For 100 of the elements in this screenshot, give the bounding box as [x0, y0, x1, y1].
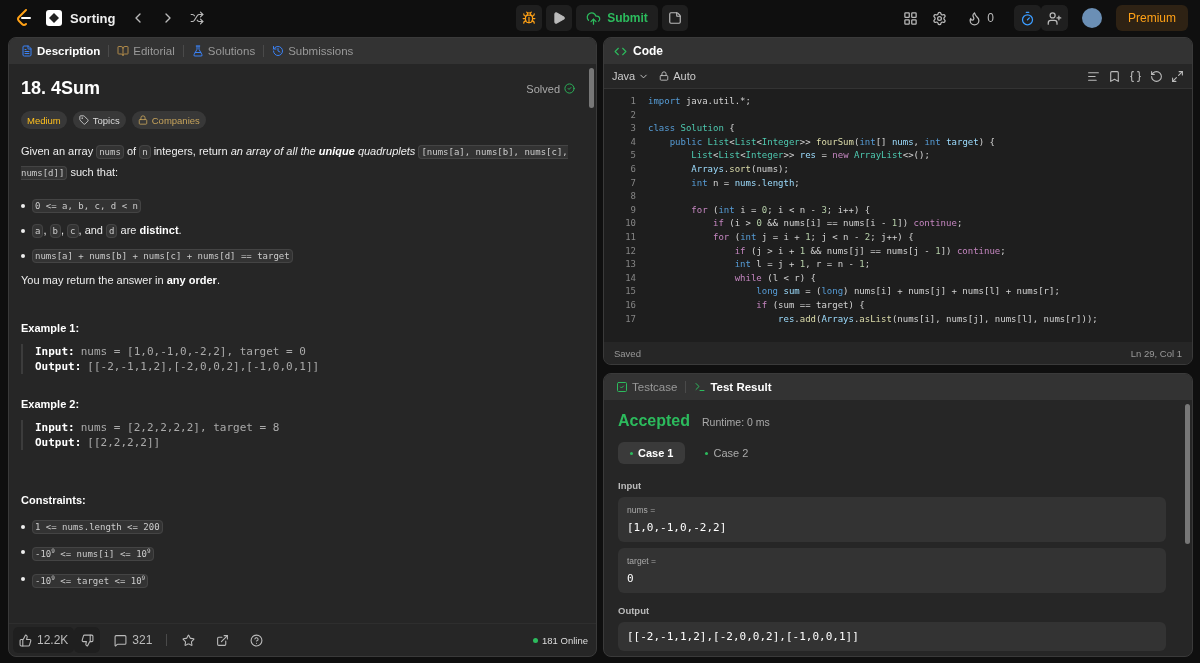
case-tab[interactable]: Case 2: [693, 442, 761, 464]
code-line: while (l < r) {: [733, 271, 816, 285]
constraints-heading: Constraints:: [21, 494, 87, 506]
language-select[interactable]: Java: [612, 70, 650, 82]
expand-icon[interactable]: [1171, 69, 1184, 83]
code-line: int l = j + 1, r = n - 1;: [733, 258, 871, 272]
example-value: [[2,2,2,2]]: [87, 436, 161, 449]
bullet-dot: [21, 229, 25, 233]
code-line: class Solution {: [648, 122, 735, 136]
dislike-button[interactable]: [74, 627, 101, 653]
tag-button[interactable]: Topics: [72, 111, 126, 129]
example-value: nums = [2,2,2,2,2], target = 8: [80, 421, 280, 434]
tag-button[interactable]: Companies: [131, 111, 206, 129]
streak-button[interactable]: 0: [961, 5, 1000, 31]
example-heading: Example 1:: [21, 322, 81, 334]
solved-label: Solved: [526, 82, 560, 95]
code-line: int n = nums.length;: [690, 176, 800, 190]
variable-value: [1,0,-1,0,-2,2]: [627, 521, 728, 534]
settings-icon[interactable]: [932, 10, 948, 26]
panel-tab[interactable]: Editorial: [115, 45, 177, 57]
online-count: 181 Online: [542, 634, 588, 646]
case-tab[interactable]: Case 1: [618, 442, 686, 464]
scrollbar-thumb[interactable]: [1185, 404, 1190, 544]
external-link-icon: [215, 633, 229, 647]
auto-mode: Auto: [673, 70, 696, 82]
code-line: for (int i = 0; i < n - 3; i++) {: [690, 203, 871, 217]
bullet-dot: [21, 525, 25, 529]
shuffle-icon[interactable]: [189, 11, 204, 25]
thumbs-up-icon: [19, 633, 32, 647]
check-circle-icon: [564, 83, 575, 94]
section-label: Input: [618, 480, 643, 491]
like-button[interactable]: 12.2K: [13, 627, 75, 653]
scrollbar-thumb[interactable]: [589, 68, 594, 108]
line-number: 3: [629, 122, 637, 136]
bug-icon: [522, 11, 537, 25]
bookmark-icon[interactable]: [1108, 69, 1121, 83]
logo-icon[interactable]: [16, 9, 32, 27]
reset-icon[interactable]: [1150, 69, 1163, 83]
line-number: 4: [629, 135, 637, 149]
avatar[interactable]: [1082, 8, 1102, 28]
timer-button[interactable]: [1014, 5, 1041, 31]
example-label: Output:: [35, 360, 82, 373]
variable-value: 0: [627, 572, 635, 585]
bullet-dot: [21, 550, 25, 554]
problem-title: 18. 4Sum: [21, 78, 101, 99]
list-item: a , b , c , and d are distinct.: [32, 220, 182, 241]
debug-button[interactable]: [516, 5, 543, 31]
list-icon: [46, 10, 62, 26]
example-label: Input:: [35, 421, 75, 434]
comments-button[interactable]: 321: [108, 627, 159, 653]
section-label: Output: [618, 605, 651, 616]
variable-name: nums =: [627, 505, 657, 515]
help-icon: [249, 633, 263, 647]
status-dot: [630, 451, 633, 455]
notes-button[interactable]: [661, 5, 688, 31]
lock-icon: [137, 115, 148, 125]
example-value: [[-2,-1,1,2],[-2,0,0,2],[-1,0,0,1]]: [87, 360, 320, 373]
document-icon: [21, 45, 33, 57]
panel-tab[interactable]: Solutions: [189, 45, 258, 57]
flask-icon: [191, 45, 204, 57]
panel-tab[interactable]: Testcase: [614, 381, 680, 393]
verdict: Accepted: [618, 412, 691, 430]
cloud-upload-icon: [586, 10, 602, 26]
line-number: 6: [629, 162, 637, 176]
submit-button[interactable]: Submit: [576, 5, 658, 31]
description-text: Given an array nums of n integers, return an array of all the unique quadruplets [nums[a], nums[b], nums[c], nums[d]] such that:: [21, 144, 569, 182]
add-user-icon: [1047, 10, 1062, 26]
add-user-button[interactable]: [1041, 5, 1068, 31]
play-icon: [552, 11, 567, 25]
example-heading: Example 2:: [21, 398, 81, 410]
save-status: Saved: [614, 347, 641, 359]
history-icon: [272, 45, 285, 57]
bullet-dot: [21, 254, 25, 258]
thumbs-down-icon: [80, 633, 94, 647]
grid-icon[interactable]: [903, 10, 919, 26]
panel-title: Code: [633, 44, 663, 58]
star-icon: [181, 633, 195, 647]
tag-icon: [78, 115, 89, 125]
code-line: res.add(Arrays.asList(nums[i], nums[j], nums[l], nums[r]));: [777, 312, 1098, 326]
panel-tab[interactable]: Description: [19, 45, 103, 57]
example-label: Output:: [35, 436, 82, 449]
panel-tab[interactable]: Test Result: [692, 381, 774, 393]
line-number: 15: [624, 285, 637, 299]
note-icon: [667, 11, 682, 25]
format-icon[interactable]: [1087, 69, 1100, 83]
panel-tab[interactable]: Submissions: [270, 45, 356, 57]
variable-name: target =: [627, 556, 658, 566]
code-line: if (i > 0 && nums[i] == nums[i - 1]) continue;: [712, 217, 963, 231]
line-number: 7: [629, 176, 637, 190]
timer-icon: [1020, 10, 1035, 26]
cursor-position: Ln 29, Col 1: [1130, 347, 1182, 359]
braces-icon[interactable]: [1129, 69, 1142, 83]
code-line: long sum = (long) nums[i] + nums[j] + nums[l] + nums[r];: [755, 285, 1060, 299]
code-line: public List<List<Integer>> fourSum(int[] nums, int target) {: [668, 135, 995, 149]
lock-icon: [659, 71, 670, 81]
run-button[interactable]: [546, 5, 573, 31]
premium-button[interactable]: Premium: [1116, 5, 1188, 31]
bullet-dot: [21, 204, 25, 208]
problem-list-link[interactable]: Sorting: [46, 10, 116, 26]
description-text: You may return the answer in any order.: [21, 273, 221, 288]
